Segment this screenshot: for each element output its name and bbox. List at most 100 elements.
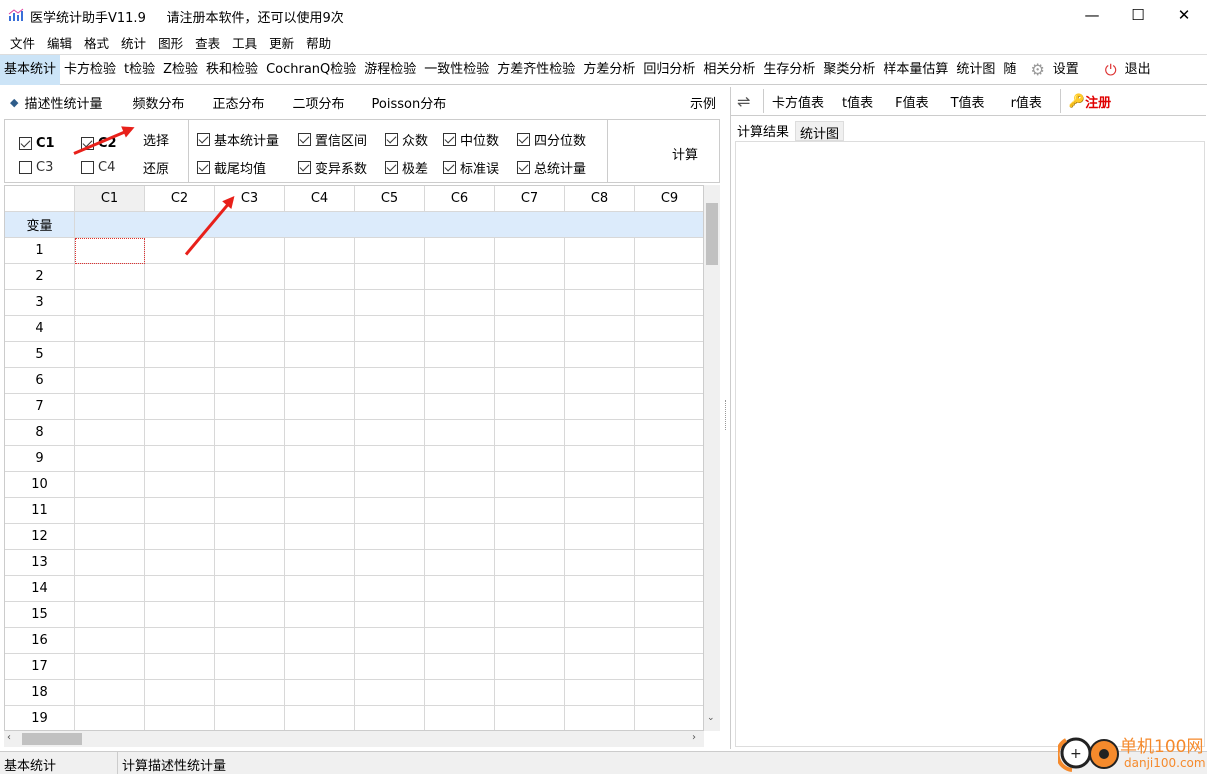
- grid-cell[interactable]: [635, 524, 703, 550]
- grid-cell[interactable]: [355, 602, 425, 628]
- grid-cell[interactable]: [635, 680, 703, 706]
- grid-cell[interactable]: [495, 680, 565, 706]
- grid-cell[interactable]: [145, 290, 215, 316]
- grid-cell[interactable]: [285, 680, 355, 706]
- grid-cell[interactable]: [565, 654, 635, 680]
- row-header[interactable]: 2: [5, 264, 75, 290]
- grid-cell[interactable]: [215, 290, 285, 316]
- grid-cell[interactable]: [425, 576, 495, 602]
- compute-button[interactable]: 计算: [672, 144, 698, 163]
- stat-checkbox[interactable]: 四分位数: [517, 130, 586, 149]
- grid-cell[interactable]: [425, 290, 495, 316]
- maximize-button[interactable]: ☐: [1115, 0, 1161, 30]
- grid-cell[interactable]: [75, 680, 145, 706]
- example-button[interactable]: 示例: [690, 93, 716, 112]
- grid-cell[interactable]: [565, 238, 635, 264]
- toolbar-item[interactable]: 秩和检验: [202, 55, 262, 85]
- row-header[interactable]: 14: [5, 576, 75, 602]
- column-header[interactable]: C9: [635, 186, 703, 212]
- grid-cell[interactable]: [565, 524, 635, 550]
- grid-cell[interactable]: [75, 290, 145, 316]
- stat-checkbox[interactable]: 总统计量: [517, 158, 586, 177]
- row-header[interactable]: 9: [5, 446, 75, 472]
- grid-cell[interactable]: [635, 264, 703, 290]
- grid-cell[interactable]: [285, 264, 355, 290]
- grid-cell[interactable]: [495, 420, 565, 446]
- toolbar-item[interactable]: CochranQ检验: [262, 55, 360, 85]
- exit-button[interactable]: 退出: [1121, 55, 1155, 85]
- menu-item[interactable]: 更新: [263, 30, 300, 52]
- grid-cell[interactable]: [425, 368, 495, 394]
- toolbar-item[interactable]: 方差齐性检验: [493, 55, 579, 85]
- grid-cell[interactable]: [425, 420, 495, 446]
- grid-cell[interactable]: [635, 290, 703, 316]
- toolbar-item[interactable]: 游程检验: [360, 55, 420, 85]
- grid-cell[interactable]: [495, 628, 565, 654]
- grid-cell[interactable]: [285, 550, 355, 576]
- menu-item[interactable]: 查表: [189, 30, 226, 52]
- menu-item[interactable]: 图形: [152, 30, 189, 52]
- grid-cell[interactable]: [355, 706, 425, 730]
- grid-cell[interactable]: [145, 446, 215, 472]
- grid-cell[interactable]: [495, 550, 565, 576]
- row-header[interactable]: 15: [5, 602, 75, 628]
- grid-cell[interactable]: [635, 550, 703, 576]
- checkbox[interactable]: [443, 133, 456, 146]
- swap-button[interactable]: ⇌: [737, 92, 763, 111]
- toolbar-item[interactable]: 样本量估算: [879, 55, 952, 85]
- grid-cell[interactable]: [425, 498, 495, 524]
- grid-cell[interactable]: [215, 420, 285, 446]
- grid-cell[interactable]: [355, 550, 425, 576]
- grid-cell[interactable]: [145, 706, 215, 730]
- grid-cell[interactable]: [425, 342, 495, 368]
- row-header[interactable]: 10: [5, 472, 75, 498]
- tab-results[interactable]: 计算结果: [731, 118, 796, 141]
- row-header[interactable]: 17: [5, 654, 75, 680]
- grid-cell[interactable]: [565, 498, 635, 524]
- column-header[interactable]: C1: [75, 186, 145, 212]
- grid-cell[interactable]: [285, 576, 355, 602]
- grid-cell[interactable]: [635, 420, 703, 446]
- grid-cell[interactable]: [215, 446, 285, 472]
- stat-checkbox[interactable]: 极差: [385, 158, 428, 177]
- grid-cell[interactable]: [635, 446, 703, 472]
- settings-button[interactable]: 设置: [1049, 55, 1083, 85]
- menu-item[interactable]: 工具: [226, 30, 263, 52]
- grid-cell[interactable]: [355, 264, 425, 290]
- grid-cell[interactable]: [425, 524, 495, 550]
- row-header[interactable]: 16: [5, 628, 75, 654]
- grid-cell[interactable]: [75, 420, 145, 446]
- checkbox[interactable]: [81, 161, 94, 174]
- grid-cell[interactable]: [355, 368, 425, 394]
- horizontal-scrollbar[interactable]: ‹ ›: [4, 731, 704, 747]
- menu-item[interactable]: 格式: [78, 30, 115, 52]
- grid-cell[interactable]: [495, 706, 565, 730]
- grid-cell[interactable]: [285, 394, 355, 420]
- row-header[interactable]: 13: [5, 550, 75, 576]
- grid-cell[interactable]: [495, 290, 565, 316]
- checkbox[interactable]: [517, 133, 530, 146]
- grid-cell[interactable]: [285, 472, 355, 498]
- grid-cell[interactable]: [75, 446, 145, 472]
- stat-checkbox[interactable]: 众数: [385, 130, 428, 149]
- grid-cell[interactable]: [75, 498, 145, 524]
- grid-cell[interactable]: [495, 238, 565, 264]
- grid-cell[interactable]: [215, 394, 285, 420]
- grid-cell[interactable]: [355, 628, 425, 654]
- grid-cell[interactable]: [145, 524, 215, 550]
- grid-cell[interactable]: [635, 706, 703, 730]
- grid-cell[interactable]: [215, 680, 285, 706]
- grid-cell[interactable]: [355, 420, 425, 446]
- grid-cell[interactable]: [215, 524, 285, 550]
- row-header[interactable]: 19: [5, 706, 75, 730]
- grid-cell[interactable]: [355, 316, 425, 342]
- grid-cell[interactable]: [635, 472, 703, 498]
- row-header[interactable]: 1: [5, 238, 75, 264]
- grid-cell[interactable]: [285, 290, 355, 316]
- grid-cell[interactable]: [75, 706, 145, 730]
- grid-cell[interactable]: [215, 706, 285, 730]
- toolbar-item[interactable]: 生存分析: [759, 55, 819, 85]
- chi-square-table-button[interactable]: 卡方值表: [772, 92, 824, 111]
- menu-item[interactable]: 编辑: [41, 30, 78, 52]
- toolbar-item[interactable]: 卡方检验: [60, 55, 120, 85]
